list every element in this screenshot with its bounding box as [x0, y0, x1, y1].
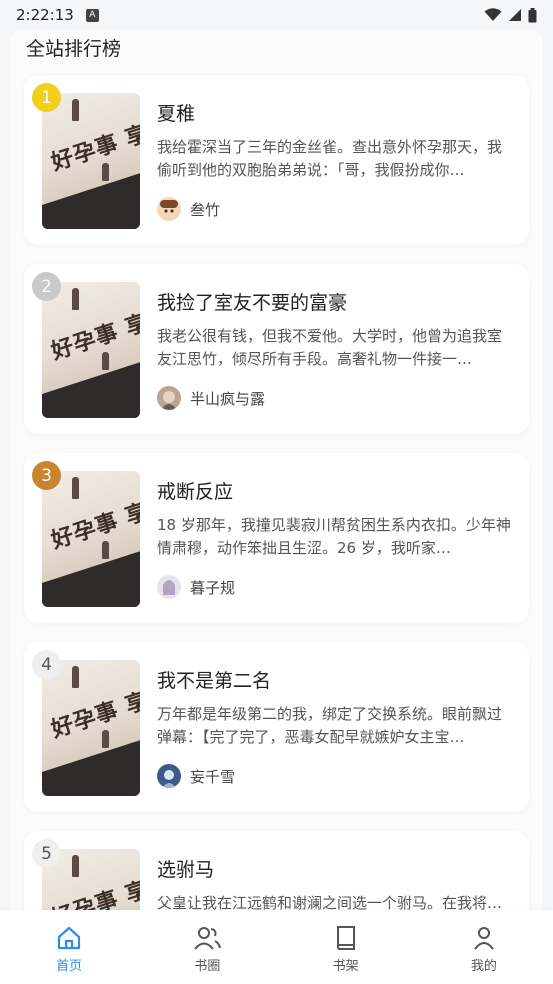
book-title: 我捡了室友不要的富豪	[157, 292, 348, 314]
rank-badge: 2	[32, 272, 61, 301]
avatar	[157, 197, 181, 221]
person-icon	[474, 927, 494, 950]
avatar	[157, 764, 181, 788]
rank-badge: 1	[32, 83, 61, 112]
book-cover: 好孕事 享快乐	[42, 471, 140, 607]
tab-mine-label: 我的	[470, 959, 497, 974]
book-description: 万年都是年级第二的我，绑定了交换系统。眼前飘过弹幕：【完了完了，恶毒女配早就嫉妒…	[157, 705, 503, 746]
author-name: 暮子规	[190, 578, 236, 597]
tab-circle-label: 书圈	[194, 959, 221, 974]
author-name: 叁竹	[190, 200, 221, 219]
author: 叁竹	[157, 197, 220, 221]
tab-shelf[interactable]: 书架	[277, 910, 415, 984]
book-description: 18 岁那年，我撞见裴寂川帮贫困生系内衣扣。少年神情肃穆，动作笨拙且生涩。26 …	[157, 516, 511, 557]
wifi-icon	[484, 8, 502, 21]
bottom-tab-bar: 首页 书圈 书架 我的	[0, 910, 553, 984]
tab-circle[interactable]: 书圈	[138, 910, 276, 984]
notification-a-icon: A	[85, 8, 99, 22]
book-card[interactable]: 1 好孕事 享快乐 夏稚 我给霍深当了三年的金丝雀。查出意外怀孕那天，我偷听到他…	[24, 75, 529, 245]
tab-shelf-label: 书架	[332, 959, 359, 974]
book-description: 我老公很有钱，但我不爱他。大学时，他曾为追我室友江思竹，倾尽所有手段。高奢礼物一…	[157, 327, 503, 368]
status-time: 2:22:13	[16, 6, 74, 24]
author: 暮子规	[157, 575, 235, 599]
book-cover: 好孕事 享快乐	[42, 282, 140, 418]
status-icons	[484, 7, 537, 23]
people-icon	[194, 927, 222, 950]
author-name: 半山疯与露	[190, 389, 266, 408]
book-title: 戒断反应	[157, 481, 234, 503]
book-cover: 好孕事 享快乐	[42, 660, 140, 796]
rank-badge: 5	[32, 839, 61, 868]
book-icon	[336, 926, 355, 950]
author: 半山疯与露	[157, 386, 265, 410]
book-title: 夏稚	[157, 103, 196, 125]
section-title: 全站排行榜	[26, 38, 122, 60]
status-bar: 2:22:13 A	[0, 0, 553, 30]
tab-mine[interactable]: 我的	[415, 910, 553, 984]
battery-icon	[528, 7, 537, 22]
book-description: 我给霍深当了三年的金丝雀。查出意外怀孕那天，我偷听到他的双胞胎弟弟说：「哥，我假…	[157, 138, 503, 179]
book-card[interactable]: 4 好孕事 享快乐 我不是第二名 万年都是年级第二的我，绑定了交换系统。眼前飘过…	[24, 642, 529, 812]
tab-home-label: 首页	[56, 959, 83, 974]
book-card[interactable]: 3 好孕事 享快乐 戒断反应 18 岁那年，我撞见裴寂川帮贫困生系内衣扣。少年神…	[24, 453, 529, 623]
book-title: 选驸马	[157, 859, 215, 881]
rank-badge: 4	[32, 650, 61, 679]
author-name: 妄千雪	[190, 767, 236, 786]
book-title: 我不是第二名	[157, 670, 272, 692]
avatar	[157, 575, 181, 599]
home-icon	[58, 926, 81, 950]
author: 妄千雪	[157, 764, 235, 788]
book-cover: 好孕事 享快乐	[42, 93, 140, 229]
tab-home[interactable]: 首页	[0, 910, 138, 984]
avatar	[157, 386, 181, 410]
book-card[interactable]: 2 好孕事 享快乐 我捡了室友不要的富豪 我老公很有钱，但我不爱他。大学时，他曾…	[24, 264, 529, 434]
rank-badge: 3	[32, 461, 61, 490]
signal-icon	[509, 9, 521, 21]
